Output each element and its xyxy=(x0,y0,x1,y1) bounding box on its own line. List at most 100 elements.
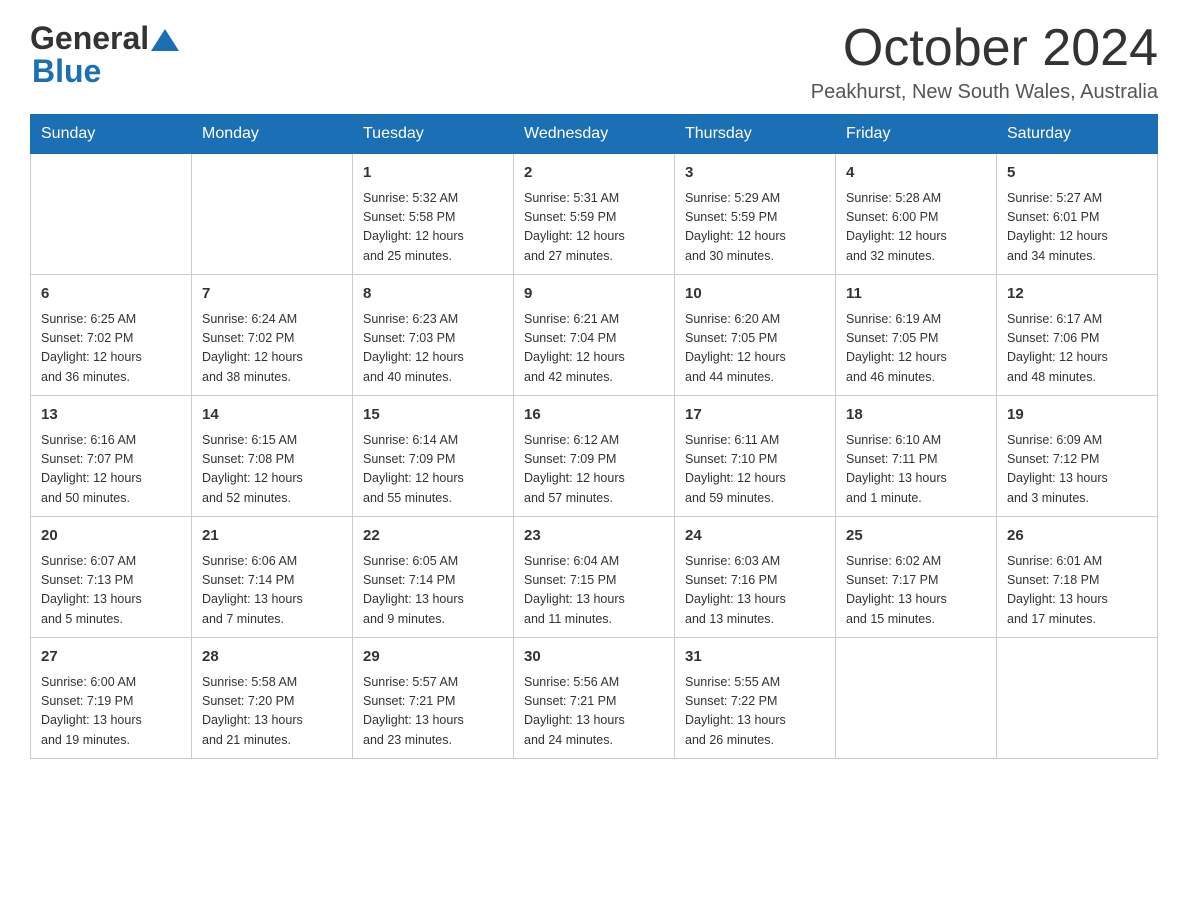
day-info: Sunrise: 5:28 AM Sunset: 6:00 PM Dayligh… xyxy=(846,189,986,267)
calendar-week-row: 20Sunrise: 6:07 AM Sunset: 7:13 PM Dayli… xyxy=(31,517,1158,638)
day-info: Sunrise: 6:10 AM Sunset: 7:11 PM Dayligh… xyxy=(846,431,986,509)
calendar-day-23: 23Sunrise: 6:04 AM Sunset: 7:15 PM Dayli… xyxy=(514,517,675,638)
day-number: 13 xyxy=(41,404,181,427)
calendar-day-27: 27Sunrise: 6:00 AM Sunset: 7:19 PM Dayli… xyxy=(31,638,192,759)
logo-blue: Blue xyxy=(32,53,101,90)
day-info: Sunrise: 6:02 AM Sunset: 7:17 PM Dayligh… xyxy=(846,552,986,630)
calendar-header-row: SundayMondayTuesdayWednesdayThursdayFrid… xyxy=(31,115,1158,154)
calendar-day-20: 20Sunrise: 6:07 AM Sunset: 7:13 PM Dayli… xyxy=(31,517,192,638)
calendar-day-24: 24Sunrise: 6:03 AM Sunset: 7:16 PM Dayli… xyxy=(675,517,836,638)
col-header-tuesday: Tuesday xyxy=(353,115,514,154)
day-number: 7 xyxy=(202,283,342,306)
day-info: Sunrise: 6:16 AM Sunset: 7:07 PM Dayligh… xyxy=(41,431,181,509)
day-number: 8 xyxy=(363,283,503,306)
calendar-day-19: 19 Sunrise: 6:09 AM Sunset: 7:12 PM Dayli… xyxy=(997,396,1158,517)
empty-cell xyxy=(997,638,1158,759)
calendar-week-row: 13 Sunrise: 6:16 AM Sunset: 7:07 PM Dayli… xyxy=(31,396,1158,517)
day-number: 2 xyxy=(524,162,664,185)
day-info: Sunrise: 5:32 AM Sunset: 5:58 PM Dayligh… xyxy=(363,189,503,267)
calendar-week-row: 1 Sunrise: 5:32 AM Sunset: 5:58 PM Daylig… xyxy=(31,154,1158,275)
col-header-thursday: Thursday xyxy=(675,115,836,154)
day-info: Sunrise: 6:00 AM Sunset: 7:19 PM Dayligh… xyxy=(41,673,181,751)
calendar-day-4: 4 Sunrise: 5:28 AM Sunset: 6:00 PM Daylig… xyxy=(836,154,997,275)
day-number: 3 xyxy=(685,162,825,185)
empty-cell xyxy=(836,638,997,759)
calendar-day-25: 25 Sunrise: 6:02 AM Sunset: 7:17 PM Dayli… xyxy=(836,517,997,638)
day-number: 5 xyxy=(1007,162,1147,185)
day-number: 11 xyxy=(846,283,986,306)
title-block: October 2024 Peakhurst, New South Wales,… xyxy=(811,20,1158,104)
calendar-table: SundayMondayTuesdayWednesdayThursdayFrid… xyxy=(30,114,1158,759)
month-title: October 2024 xyxy=(811,20,1158,77)
day-info: Sunrise: 5:55 AM Sunset: 7:22 PM Dayligh… xyxy=(685,673,825,751)
calendar-day-12: 12 Sunrise: 6:17 AM Sunset: 7:06 PM Dayli… xyxy=(997,275,1158,396)
col-header-saturday: Saturday xyxy=(997,115,1158,154)
calendar-day-11: 11 Sunrise: 6:19 AM Sunset: 7:05 PM Dayli… xyxy=(836,275,997,396)
day-number: 16 xyxy=(524,404,664,427)
day-info: Sunrise: 6:11 AM Sunset: 7:10 PM Dayligh… xyxy=(685,431,825,509)
day-info: Sunrise: 6:14 AM Sunset: 7:09 PM Dayligh… xyxy=(363,431,503,509)
calendar-day-28: 28 Sunrise: 5:58 AM Sunset: 7:20 PM Dayli… xyxy=(192,638,353,759)
calendar-day-18: 18 Sunrise: 6:10 AM Sunset: 7:11 PM Dayli… xyxy=(836,396,997,517)
day-info: Sunrise: 6:25 AM Sunset: 7:02 PM Dayligh… xyxy=(41,310,181,388)
calendar-day-6: 6 Sunrise: 6:25 AM Sunset: 7:02 PM Daylig… xyxy=(31,275,192,396)
empty-cell xyxy=(31,154,192,275)
day-number: 12 xyxy=(1007,283,1147,306)
empty-cell xyxy=(192,154,353,275)
calendar-day-3: 3 Sunrise: 5:29 AM Sunset: 5:59 PM Daylig… xyxy=(675,154,836,275)
calendar-day-7: 7Sunrise: 6:24 AM Sunset: 7:02 PM Daylig… xyxy=(192,275,353,396)
day-number: 29 xyxy=(363,646,503,669)
calendar-week-row: 6 Sunrise: 6:25 AM Sunset: 7:02 PM Daylig… xyxy=(31,275,1158,396)
day-number: 9 xyxy=(524,283,664,306)
calendar-week-row: 27Sunrise: 6:00 AM Sunset: 7:19 PM Dayli… xyxy=(31,638,1158,759)
day-number: 4 xyxy=(846,162,986,185)
day-number: 31 xyxy=(685,646,825,669)
day-info: Sunrise: 6:17 AM Sunset: 7:06 PM Dayligh… xyxy=(1007,310,1147,388)
day-number: 30 xyxy=(524,646,664,669)
location: Peakhurst, New South Wales, Australia xyxy=(811,81,1158,104)
day-info: Sunrise: 5:58 AM Sunset: 7:20 PM Dayligh… xyxy=(202,673,342,751)
logo-general: General xyxy=(30,20,149,57)
col-header-monday: Monday xyxy=(192,115,353,154)
calendar-day-5: 5 Sunrise: 5:27 AM Sunset: 6:01 PM Daylig… xyxy=(997,154,1158,275)
day-number: 17 xyxy=(685,404,825,427)
day-number: 20 xyxy=(41,525,181,548)
day-info: Sunrise: 6:09 AM Sunset: 7:12 PM Dayligh… xyxy=(1007,431,1147,509)
day-info: Sunrise: 6:20 AM Sunset: 7:05 PM Dayligh… xyxy=(685,310,825,388)
day-info: Sunrise: 6:06 AM Sunset: 7:14 PM Dayligh… xyxy=(202,552,342,630)
calendar-day-22: 22Sunrise: 6:05 AM Sunset: 7:14 PM Dayli… xyxy=(353,517,514,638)
calendar-day-15: 15 Sunrise: 6:14 AM Sunset: 7:09 PM Dayli… xyxy=(353,396,514,517)
day-info: Sunrise: 5:27 AM Sunset: 6:01 PM Dayligh… xyxy=(1007,189,1147,267)
day-number: 1 xyxy=(363,162,503,185)
day-number: 22 xyxy=(363,525,503,548)
day-info: Sunrise: 6:21 AM Sunset: 7:04 PM Dayligh… xyxy=(524,310,664,388)
col-header-wednesday: Wednesday xyxy=(514,115,675,154)
day-info: Sunrise: 5:29 AM Sunset: 5:59 PM Dayligh… xyxy=(685,189,825,267)
calendar-day-2: 2 Sunrise: 5:31 AM Sunset: 5:59 PM Daylig… xyxy=(514,154,675,275)
page-header: General Blue October 2024 Peakhurst, New… xyxy=(30,20,1158,104)
calendar-day-8: 8 Sunrise: 6:23 AM Sunset: 7:03 PM Daylig… xyxy=(353,275,514,396)
day-info: Sunrise: 5:56 AM Sunset: 7:21 PM Dayligh… xyxy=(524,673,664,751)
day-number: 26 xyxy=(1007,525,1147,548)
calendar-day-29: 29 Sunrise: 5:57 AM Sunset: 7:21 PM Dayli… xyxy=(353,638,514,759)
day-number: 19 xyxy=(1007,404,1147,427)
day-info: Sunrise: 5:57 AM Sunset: 7:21 PM Dayligh… xyxy=(363,673,503,751)
day-number: 28 xyxy=(202,646,342,669)
day-info: Sunrise: 6:12 AM Sunset: 7:09 PM Dayligh… xyxy=(524,431,664,509)
calendar-day-14: 14Sunrise: 6:15 AM Sunset: 7:08 PM Dayli… xyxy=(192,396,353,517)
day-info: Sunrise: 6:01 AM Sunset: 7:18 PM Dayligh… xyxy=(1007,552,1147,630)
day-number: 18 xyxy=(846,404,986,427)
calendar-day-17: 17 Sunrise: 6:11 AM Sunset: 7:10 PM Dayli… xyxy=(675,396,836,517)
day-number: 15 xyxy=(363,404,503,427)
calendar-day-1: 1 Sunrise: 5:32 AM Sunset: 5:58 PM Daylig… xyxy=(353,154,514,275)
logo: General Blue xyxy=(30,20,179,90)
day-info: Sunrise: 5:31 AM Sunset: 5:59 PM Dayligh… xyxy=(524,189,664,267)
col-header-friday: Friday xyxy=(836,115,997,154)
day-number: 6 xyxy=(41,283,181,306)
day-info: Sunrise: 6:03 AM Sunset: 7:16 PM Dayligh… xyxy=(685,552,825,630)
day-number: 25 xyxy=(846,525,986,548)
calendar-day-31: 31 Sunrise: 5:55 AM Sunset: 7:22 PM Dayli… xyxy=(675,638,836,759)
day-info: Sunrise: 6:23 AM Sunset: 7:03 PM Dayligh… xyxy=(363,310,503,388)
day-number: 14 xyxy=(202,404,342,427)
day-info: Sunrise: 6:19 AM Sunset: 7:05 PM Dayligh… xyxy=(846,310,986,388)
